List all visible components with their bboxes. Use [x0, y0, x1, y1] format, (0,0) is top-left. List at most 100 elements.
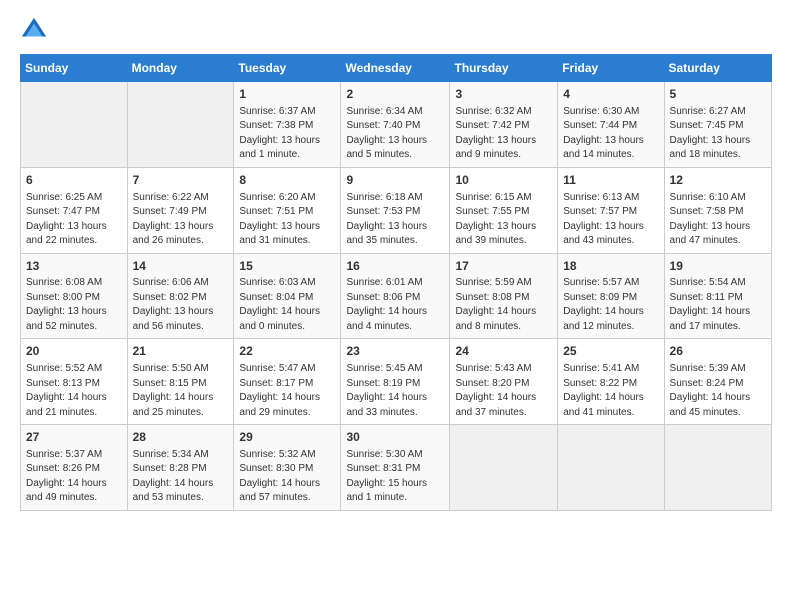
weekday-header-thursday: Thursday — [450, 55, 558, 82]
cell-info: Sunrise: 5:57 AM Sunset: 8:09 PM Dayligh… — [563, 276, 658, 334]
calendar-cell: 27Sunrise: 5:37 AM Sunset: 8:26 PM Dayli… — [21, 425, 128, 511]
calendar-cell: 15Sunrise: 6:03 AM Sunset: 8:04 PM Dayli… — [234, 253, 341, 339]
calendar-cell: 19Sunrise: 5:54 AM Sunset: 8:11 PM Dayli… — [664, 253, 771, 339]
calendar-cell: 17Sunrise: 5:59 AM Sunset: 8:08 PM Dayli… — [450, 253, 558, 339]
calendar-week-4: 20Sunrise: 5:52 AM Sunset: 8:13 PM Dayli… — [21, 339, 772, 425]
calendar-cell — [21, 82, 128, 168]
calendar-cell: 13Sunrise: 6:08 AM Sunset: 8:00 PM Dayli… — [21, 253, 128, 339]
calendar-cell: 6 Sunrise: 6:25 AM Sunset: 7:47 PM Daylig… — [21, 167, 128, 253]
cell-info: Sunrise: 6:10 AM Sunset: 7:58 PM Dayligh… — [670, 191, 766, 249]
calendar-cell: 4 Sunrise: 6:30 AM Sunset: 7:44 PM Daylig… — [558, 82, 664, 168]
calendar-cell: 3 Sunrise: 6:32 AM Sunset: 7:42 PM Daylig… — [450, 82, 558, 168]
cell-info: Sunrise: 6:22 AM Sunset: 7:49 PM Dayligh… — [133, 191, 229, 249]
cell-info: Sunrise: 6:18 AM Sunset: 7:53 PM Dayligh… — [346, 191, 444, 249]
weekday-row: SundayMondayTuesdayWednesdayThursdayFrid… — [21, 55, 772, 82]
cell-info: Sunrise: 6:25 AM Sunset: 7:47 PM Dayligh… — [26, 191, 122, 249]
cell-day-number: 21 — [133, 343, 229, 360]
cell-day-number: 16 — [346, 258, 444, 275]
calendar-cell: 1 Sunrise: 6:37 AM Sunset: 7:38 PM Daylig… — [234, 82, 341, 168]
cell-day-number: 15 — [239, 258, 335, 275]
cell-info: Sunrise: 5:54 AM Sunset: 8:11 PM Dayligh… — [670, 276, 766, 334]
cell-info: Sunrise: 5:43 AM Sunset: 8:20 PM Dayligh… — [455, 362, 552, 420]
calendar-cell — [450, 425, 558, 511]
calendar-table: SundayMondayTuesdayWednesdayThursdayFrid… — [20, 54, 772, 511]
calendar-cell: 14Sunrise: 6:06 AM Sunset: 8:02 PM Dayli… — [127, 253, 234, 339]
cell-info: Sunrise: 6:27 AM Sunset: 7:45 PM Dayligh… — [670, 105, 766, 163]
cell-info: Sunrise: 5:41 AM Sunset: 8:22 PM Dayligh… — [563, 362, 658, 420]
weekday-header-wednesday: Wednesday — [341, 55, 450, 82]
weekday-header-monday: Monday — [127, 55, 234, 82]
cell-day-number: 23 — [346, 343, 444, 360]
calendar-cell: 16Sunrise: 6:01 AM Sunset: 8:06 PM Dayli… — [341, 253, 450, 339]
cell-day-number: 19 — [670, 258, 766, 275]
cell-day-number: 11 — [563, 172, 658, 189]
calendar-cell: 23 Sunrise: 5:45 AM Sunset: 8:19 PM Dayli… — [341, 339, 450, 425]
cell-info: Sunrise: 5:59 AM Sunset: 8:08 PM Dayligh… — [455, 276, 552, 334]
cell-day-number: 28 — [133, 429, 229, 446]
cell-info: Sunrise: 5:47 AM Sunset: 8:17 PM Dayligh… — [239, 362, 335, 420]
cell-day-number: 18 — [563, 258, 658, 275]
weekday-header-sunday: Sunday — [21, 55, 128, 82]
cell-info: Sunrise: 6:20 AM Sunset: 7:51 PM Dayligh… — [239, 191, 335, 249]
logo-icon — [20, 16, 48, 44]
cell-info: Sunrise: 6:08 AM Sunset: 8:00 PM Dayligh… — [26, 276, 122, 334]
calendar-cell: 25Sunrise: 5:41 AM Sunset: 8:22 PM Dayli… — [558, 339, 664, 425]
calendar-cell: 11Sunrise: 6:13 AM Sunset: 7:57 PM Dayli… — [558, 167, 664, 253]
cell-info: Sunrise: 5:39 AM Sunset: 8:24 PM Dayligh… — [670, 362, 766, 420]
calendar-cell: 30 Sunrise: 5:30 AM Sunset: 8:31 PM Dayli… — [341, 425, 450, 511]
cell-info: Sunrise: 5:34 AM Sunset: 8:28 PM Dayligh… — [133, 448, 229, 506]
calendar-cell: 7 Sunrise: 6:22 AM Sunset: 7:49 PM Daylig… — [127, 167, 234, 253]
cell-day-number: 4 — [563, 86, 658, 103]
cell-info: Sunrise: 6:34 AM Sunset: 7:40 PM Dayligh… — [346, 105, 444, 163]
cell-info: Sunrise: 5:52 AM Sunset: 8:13 PM Dayligh… — [26, 362, 122, 420]
cell-info: Sunrise: 5:32 AM Sunset: 8:30 PM Dayligh… — [239, 448, 335, 506]
cell-day-number: 1 — [239, 86, 335, 103]
cell-info: Sunrise: 6:01 AM Sunset: 8:06 PM Dayligh… — [346, 276, 444, 334]
page: SundayMondayTuesdayWednesdayThursdayFrid… — [0, 0, 792, 612]
cell-day-number: 17 — [455, 258, 552, 275]
calendar-cell: 24 Sunrise: 5:43 AM Sunset: 8:20 PM Dayli… — [450, 339, 558, 425]
weekday-header-tuesday: Tuesday — [234, 55, 341, 82]
cell-day-number: 30 — [346, 429, 444, 446]
cell-info: Sunrise: 6:30 AM Sunset: 7:44 PM Dayligh… — [563, 105, 658, 163]
calendar-cell — [664, 425, 771, 511]
calendar-cell: 22 Sunrise: 5:47 AM Sunset: 8:17 PM Dayli… — [234, 339, 341, 425]
weekday-header-saturday: Saturday — [664, 55, 771, 82]
cell-day-number: 14 — [133, 258, 229, 275]
calendar-cell: 18Sunrise: 5:57 AM Sunset: 8:09 PM Dayli… — [558, 253, 664, 339]
cell-info: Sunrise: 6:32 AM Sunset: 7:42 PM Dayligh… — [455, 105, 552, 163]
cell-day-number: 6 — [26, 172, 122, 189]
cell-day-number: 13 — [26, 258, 122, 275]
cell-info: Sunrise: 5:50 AM Sunset: 8:15 PM Dayligh… — [133, 362, 229, 420]
calendar-cell — [127, 82, 234, 168]
cell-info: Sunrise: 5:45 AM Sunset: 8:19 PM Dayligh… — [346, 362, 444, 420]
calendar-cell — [558, 425, 664, 511]
calendar-week-5: 27Sunrise: 5:37 AM Sunset: 8:26 PM Dayli… — [21, 425, 772, 511]
header — [20, 16, 772, 44]
cell-day-number: 7 — [133, 172, 229, 189]
cell-day-number: 24 — [455, 343, 552, 360]
cell-day-number: 29 — [239, 429, 335, 446]
cell-day-number: 22 — [239, 343, 335, 360]
calendar-cell: 8Sunrise: 6:20 AM Sunset: 7:51 PM Daylig… — [234, 167, 341, 253]
calendar-cell: 28 Sunrise: 5:34 AM Sunset: 8:28 PM Dayli… — [127, 425, 234, 511]
cell-day-number: 10 — [455, 172, 552, 189]
calendar-cell: 10 Sunrise: 6:15 AM Sunset: 7:55 PM Dayli… — [450, 167, 558, 253]
calendar-cell: 21 Sunrise: 5:50 AM Sunset: 8:15 PM Dayli… — [127, 339, 234, 425]
cell-info: Sunrise: 5:37 AM Sunset: 8:26 PM Dayligh… — [26, 448, 122, 506]
weekday-header-friday: Friday — [558, 55, 664, 82]
cell-info: Sunrise: 6:03 AM Sunset: 8:04 PM Dayligh… — [239, 276, 335, 334]
calendar-week-1: 1 Sunrise: 6:37 AM Sunset: 7:38 PM Daylig… — [21, 82, 772, 168]
calendar-cell: 2 Sunrise: 6:34 AM Sunset: 7:40 PM Daylig… — [341, 82, 450, 168]
cell-day-number: 2 — [346, 86, 444, 103]
cell-info: Sunrise: 6:15 AM Sunset: 7:55 PM Dayligh… — [455, 191, 552, 249]
calendar-week-3: 13Sunrise: 6:08 AM Sunset: 8:00 PM Dayli… — [21, 253, 772, 339]
cell-info: Sunrise: 5:30 AM Sunset: 8:31 PM Dayligh… — [346, 448, 444, 506]
cell-day-number: 3 — [455, 86, 552, 103]
cell-day-number: 9 — [346, 172, 444, 189]
calendar-body: 1 Sunrise: 6:37 AM Sunset: 7:38 PM Daylig… — [21, 82, 772, 511]
cell-info: Sunrise: 6:37 AM Sunset: 7:38 PM Dayligh… — [239, 105, 335, 163]
logo — [20, 16, 52, 44]
cell-day-number: 12 — [670, 172, 766, 189]
calendar-week-2: 6 Sunrise: 6:25 AM Sunset: 7:47 PM Daylig… — [21, 167, 772, 253]
